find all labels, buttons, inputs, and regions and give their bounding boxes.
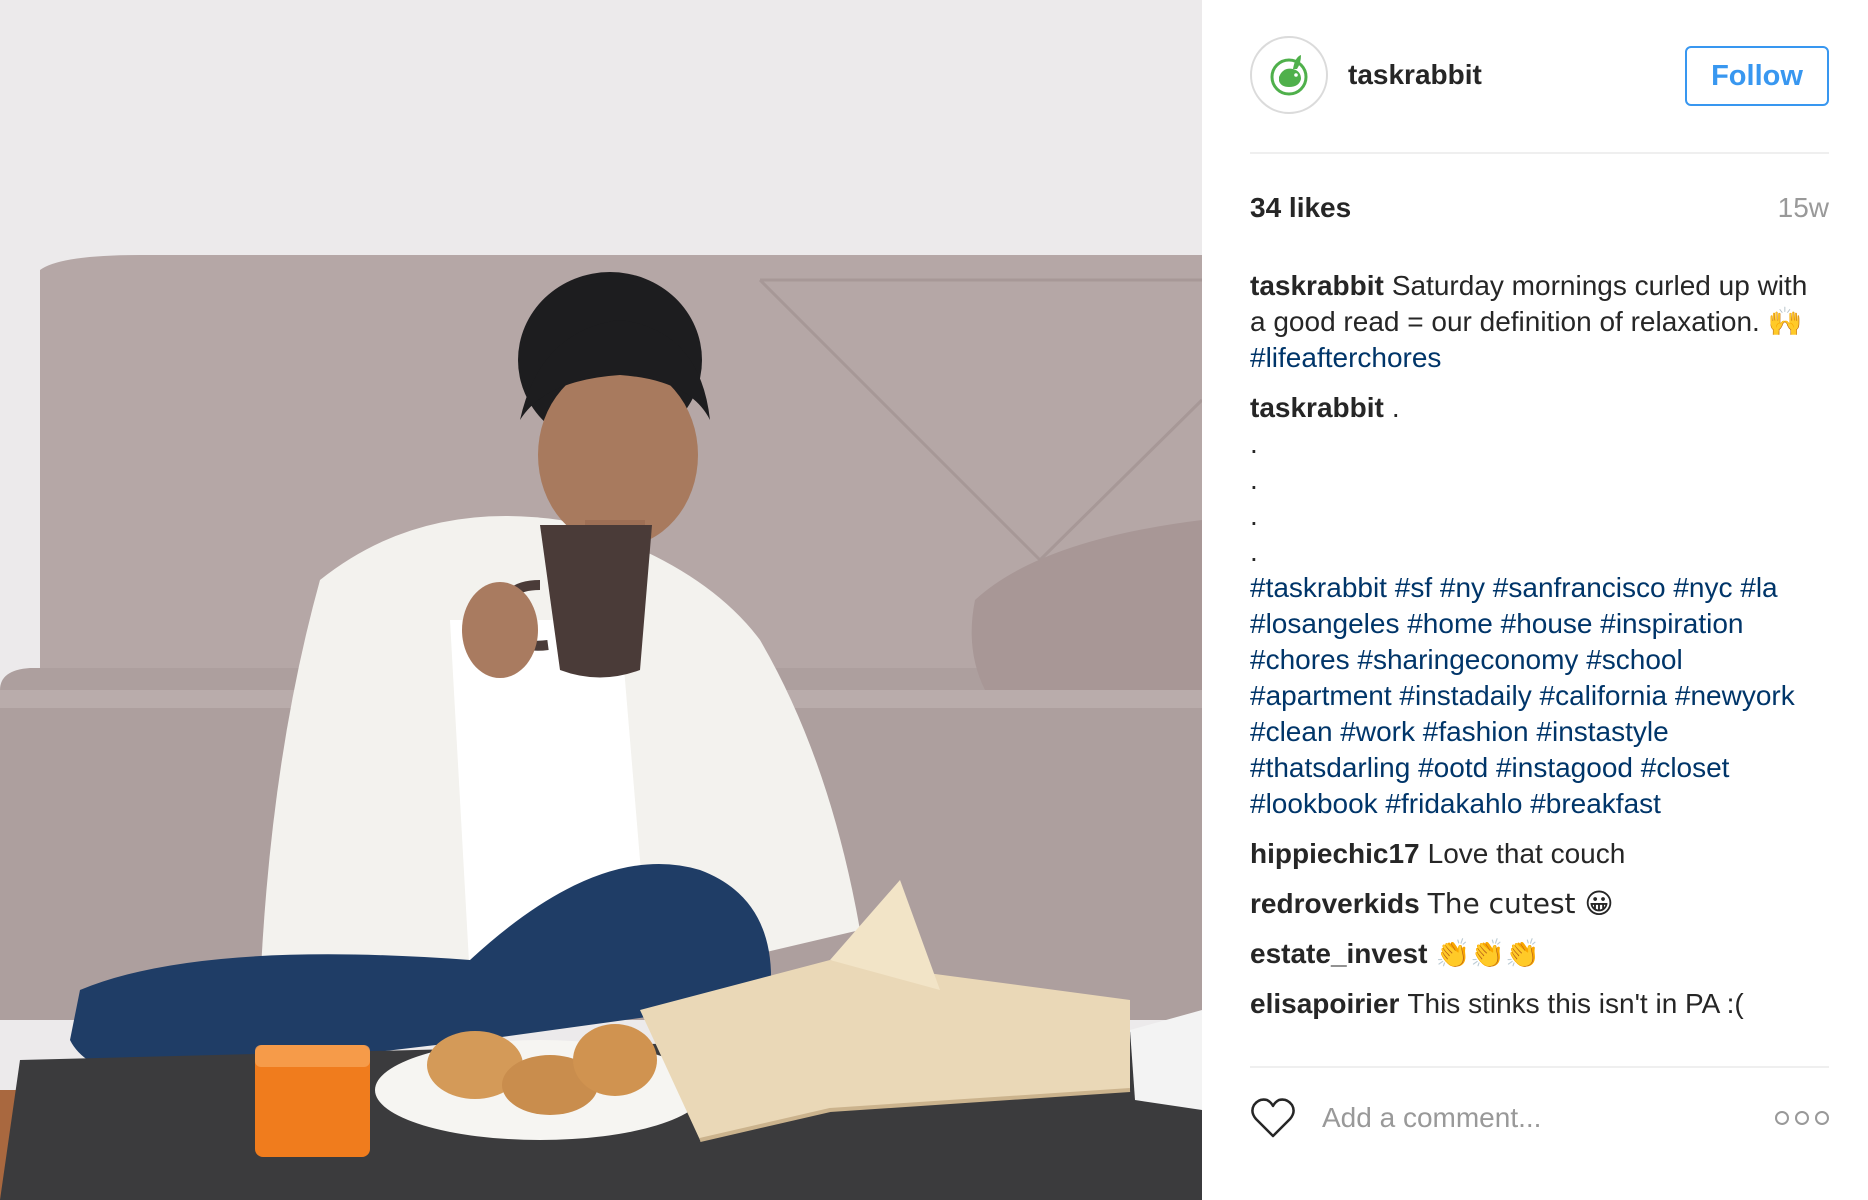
photo-illustration	[0, 0, 1202, 1200]
post-stats: 34 likes 15w	[1250, 192, 1829, 224]
likes-count[interactable]: 34 likes	[1250, 192, 1351, 224]
hashtag-list[interactable]: #taskrabbit #sf #ny #sanfrancisco #nyc #…	[1250, 572, 1795, 819]
more-dot	[1775, 1111, 1789, 1125]
instagram-post: taskrabbit Follow 34 likes 15w taskrabbi…	[0, 0, 1868, 1200]
post-timestamp[interactable]: 15w	[1778, 192, 1829, 224]
hashtag-comment: taskrabbit. . . . . #taskrabbit #sf #ny …	[1250, 390, 1829, 822]
caption: taskrabbit Saturday mornings curled up wi…	[1250, 268, 1829, 376]
avatar[interactable]	[1250, 36, 1328, 114]
comment-text: The cutest 😀	[1427, 887, 1614, 920]
dot-line: .	[1250, 428, 1258, 459]
comment-row: estate_invest 👏👏👏	[1250, 936, 1829, 972]
comment-author[interactable]: taskrabbit	[1250, 270, 1384, 301]
add-comment-input[interactable]	[1320, 1101, 1775, 1135]
more-dot	[1815, 1111, 1829, 1125]
dot-line: .	[1250, 536, 1258, 567]
comment-text: .	[1391, 392, 1400, 423]
comment-list: taskrabbit Saturday mornings curled up wi…	[1250, 268, 1829, 1036]
post-photo[interactable]	[0, 0, 1202, 1200]
comment-author[interactable]: estate_invest	[1250, 938, 1427, 969]
heart-icon[interactable]	[1250, 1097, 1296, 1139]
comment-text: This stinks this isn't in PA :(	[1407, 988, 1744, 1019]
comment-bar	[1250, 1066, 1829, 1168]
comment-author[interactable]: hippiechic17	[1250, 838, 1420, 869]
comment-author[interactable]: redroverkids	[1250, 888, 1420, 919]
comment-author[interactable]: taskrabbit	[1250, 392, 1384, 423]
post-sidebar: taskrabbit Follow 34 likes 15w taskrabbi…	[1202, 0, 1868, 1200]
post-header: taskrabbit Follow	[1250, 36, 1829, 154]
rabbit-logo-icon	[1270, 55, 1308, 96]
comment-text: 👏👏👏	[1435, 937, 1541, 970]
hashtag-link[interactable]: #lifeafterchores	[1250, 342, 1441, 373]
comment-author[interactable]: elisapoirier	[1250, 988, 1399, 1019]
follow-button[interactable]: Follow	[1685, 46, 1829, 106]
comment-text: Love that couch	[1427, 838, 1626, 869]
dot-line: .	[1250, 464, 1258, 495]
more-options-icon[interactable]	[1775, 1111, 1829, 1125]
comment-row: redroverkids The cutest 😀	[1250, 886, 1829, 922]
post-author-username[interactable]: taskrabbit	[1348, 59, 1685, 91]
dot-line: .	[1250, 500, 1258, 531]
more-dot	[1795, 1111, 1809, 1125]
comment-row: elisapoirier This stinks this isn't in PA…	[1250, 986, 1829, 1022]
comment-row: hippiechic17 Love that couch	[1250, 836, 1829, 872]
